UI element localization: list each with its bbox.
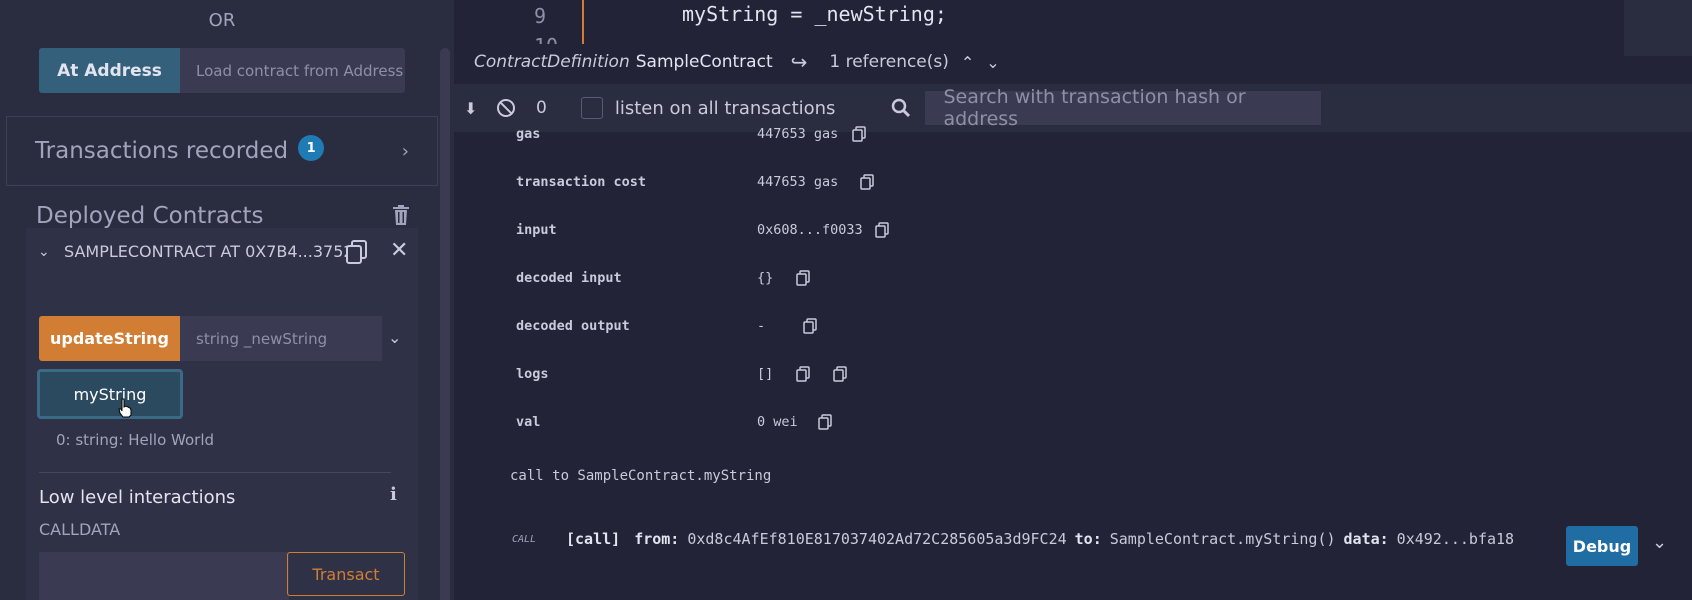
clear-console-icon[interactable] [496, 98, 516, 118]
copy-address-icon[interactable] [346, 240, 368, 264]
to-label: to: [1074, 530, 1102, 548]
tx-field-key: transaction cost [516, 174, 647, 190]
tx-field-value: {} [757, 270, 774, 286]
terminal-output: gas 447653 gas transaction cost 447653 g… [454, 126, 1692, 600]
references-count: 1 reference(s) [829, 52, 949, 72]
data-label: data: [1343, 530, 1389, 548]
chevron-down-icon[interactable]: ⌄ [388, 328, 401, 347]
peek-kind: ContractDefinition [474, 52, 630, 72]
contract-title: SAMPLECONTRACT AT 0X7B4...3752 [64, 242, 354, 261]
copy-icon[interactable] [818, 414, 832, 430]
chevron-down-icon[interactable]: ⌄ [38, 244, 52, 260]
transactions-count-badge: 1 [298, 135, 325, 161]
calldata-label: CALLDATA [39, 520, 121, 539]
transactions-recorded-section[interactable]: Transactions recorded 1 › [6, 116, 438, 186]
to-value: SampleContract.myString() [1109, 530, 1336, 548]
pending-tx-count: 0 [536, 98, 547, 118]
tx-field-key: gas [516, 126, 541, 142]
chevron-down-icon[interactable]: ⌄ [986, 53, 999, 72]
tx-field-value: 447653 gas [757, 174, 839, 190]
code-line[interactable]: myString = _newString; [682, 2, 947, 26]
copy-icon[interactable] [860, 174, 874, 190]
debug-button[interactable]: Debug [1566, 526, 1638, 566]
remix-ide: OR At Address Load contract from Address… [0, 0, 1692, 600]
calldata-input[interactable] [39, 552, 289, 600]
chevron-down-icon[interactable]: ⌄ [1652, 532, 1667, 553]
tx-field-key: input [516, 222, 557, 238]
low-level-interactions-label: Low level interactions [39, 487, 236, 508]
trash-icon[interactable] [392, 205, 410, 225]
data-value: 0x492...bfa18 [1396, 530, 1515, 548]
copy-icon[interactable] [803, 318, 817, 334]
from-address: 0xd8c4AfEf810E817037402Ad72C285605a3d9FC… [687, 530, 1067, 548]
double-chevron-down-icon[interactable]: ⬇ [464, 99, 484, 118]
copy-icon[interactable] [796, 366, 810, 382]
mystring-button[interactable]: myString [37, 369, 183, 419]
search-input[interactable]: Search with transaction hash or address [925, 86, 1322, 130]
new-string-input[interactable]: string _newString [180, 316, 382, 361]
run-deploy-panel: OR At Address Load contract from Address… [0, 0, 454, 600]
call-log-line[interactable]: CALL [call] from: 0xd8c4AfEf810E81703740… [512, 530, 1514, 548]
contract-header[interactable]: ⌄ SAMPLECONTRACT AT 0X7B4...3752 [38, 242, 354, 261]
tx-field-value: 0x608...f0033 [757, 222, 863, 238]
deployed-contracts-label: Deployed Contracts [36, 203, 264, 229]
chevron-right-icon[interactable]: › [402, 141, 409, 162]
search-icon [892, 98, 911, 118]
copy-icon[interactable] [852, 126, 866, 142]
tx-field-value: 447653 gas [757, 126, 839, 142]
copy-icon[interactable] [833, 366, 847, 382]
transactions-recorded-label: Transactions recorded [35, 138, 289, 164]
update-string-button[interactable]: updateString [39, 316, 180, 361]
call-result: 0: string: Hello World [56, 431, 215, 449]
transact-button[interactable]: Transact [287, 552, 405, 596]
tx-field-value: - [757, 318, 766, 334]
panel-scrollbar[interactable] [440, 48, 450, 600]
hand-cursor-icon [118, 398, 132, 418]
divider [39, 472, 391, 473]
close-icon[interactable]: ✕ [390, 238, 408, 263]
address-input[interactable]: Load contract from Address [180, 48, 405, 93]
info-icon[interactable]: i [390, 484, 397, 505]
go-to-definition-icon[interactable]: ↪ [791, 50, 808, 74]
from-label: from: [634, 530, 680, 548]
or-label: OR [208, 10, 236, 31]
peek-name: SampleContract [635, 52, 773, 72]
copy-icon[interactable] [796, 270, 810, 286]
update-string-row: updateString string _newString [39, 316, 389, 361]
deployed-contract-card: ⌄ SAMPLECONTRACT AT 0X7B4...3752 ✕ updat… [26, 228, 418, 600]
listen-label: listen on all transactions [614, 97, 836, 119]
line-number: 9 [534, 4, 547, 28]
tx-field-key: decoded input [516, 270, 622, 286]
copy-icon[interactable] [875, 222, 889, 238]
call-type: [call] [566, 530, 621, 548]
at-address-row: At Address Load contract from Address [39, 48, 405, 93]
tx-field-key: val [516, 414, 541, 430]
terminal-toolbar: ⬇ 0 listen on all transactions Search wi… [454, 84, 1692, 132]
tx-field-key: logs [516, 366, 549, 382]
reference-peek-bar: ContractDefinition SampleContract ↪ 1 re… [454, 44, 1024, 80]
tx-field-value: 0 wei [757, 414, 798, 430]
at-address-button[interactable]: At Address [39, 48, 180, 93]
listen-checkbox[interactable] [580, 97, 603, 119]
call-tag: CALL [512, 533, 537, 545]
tx-field-value: [] [757, 366, 774, 382]
tx-field-key: decoded output [516, 318, 630, 334]
call-summary: call to SampleContract.myString [510, 468, 772, 484]
chevron-up-icon[interactable]: ⌃ [961, 53, 974, 72]
